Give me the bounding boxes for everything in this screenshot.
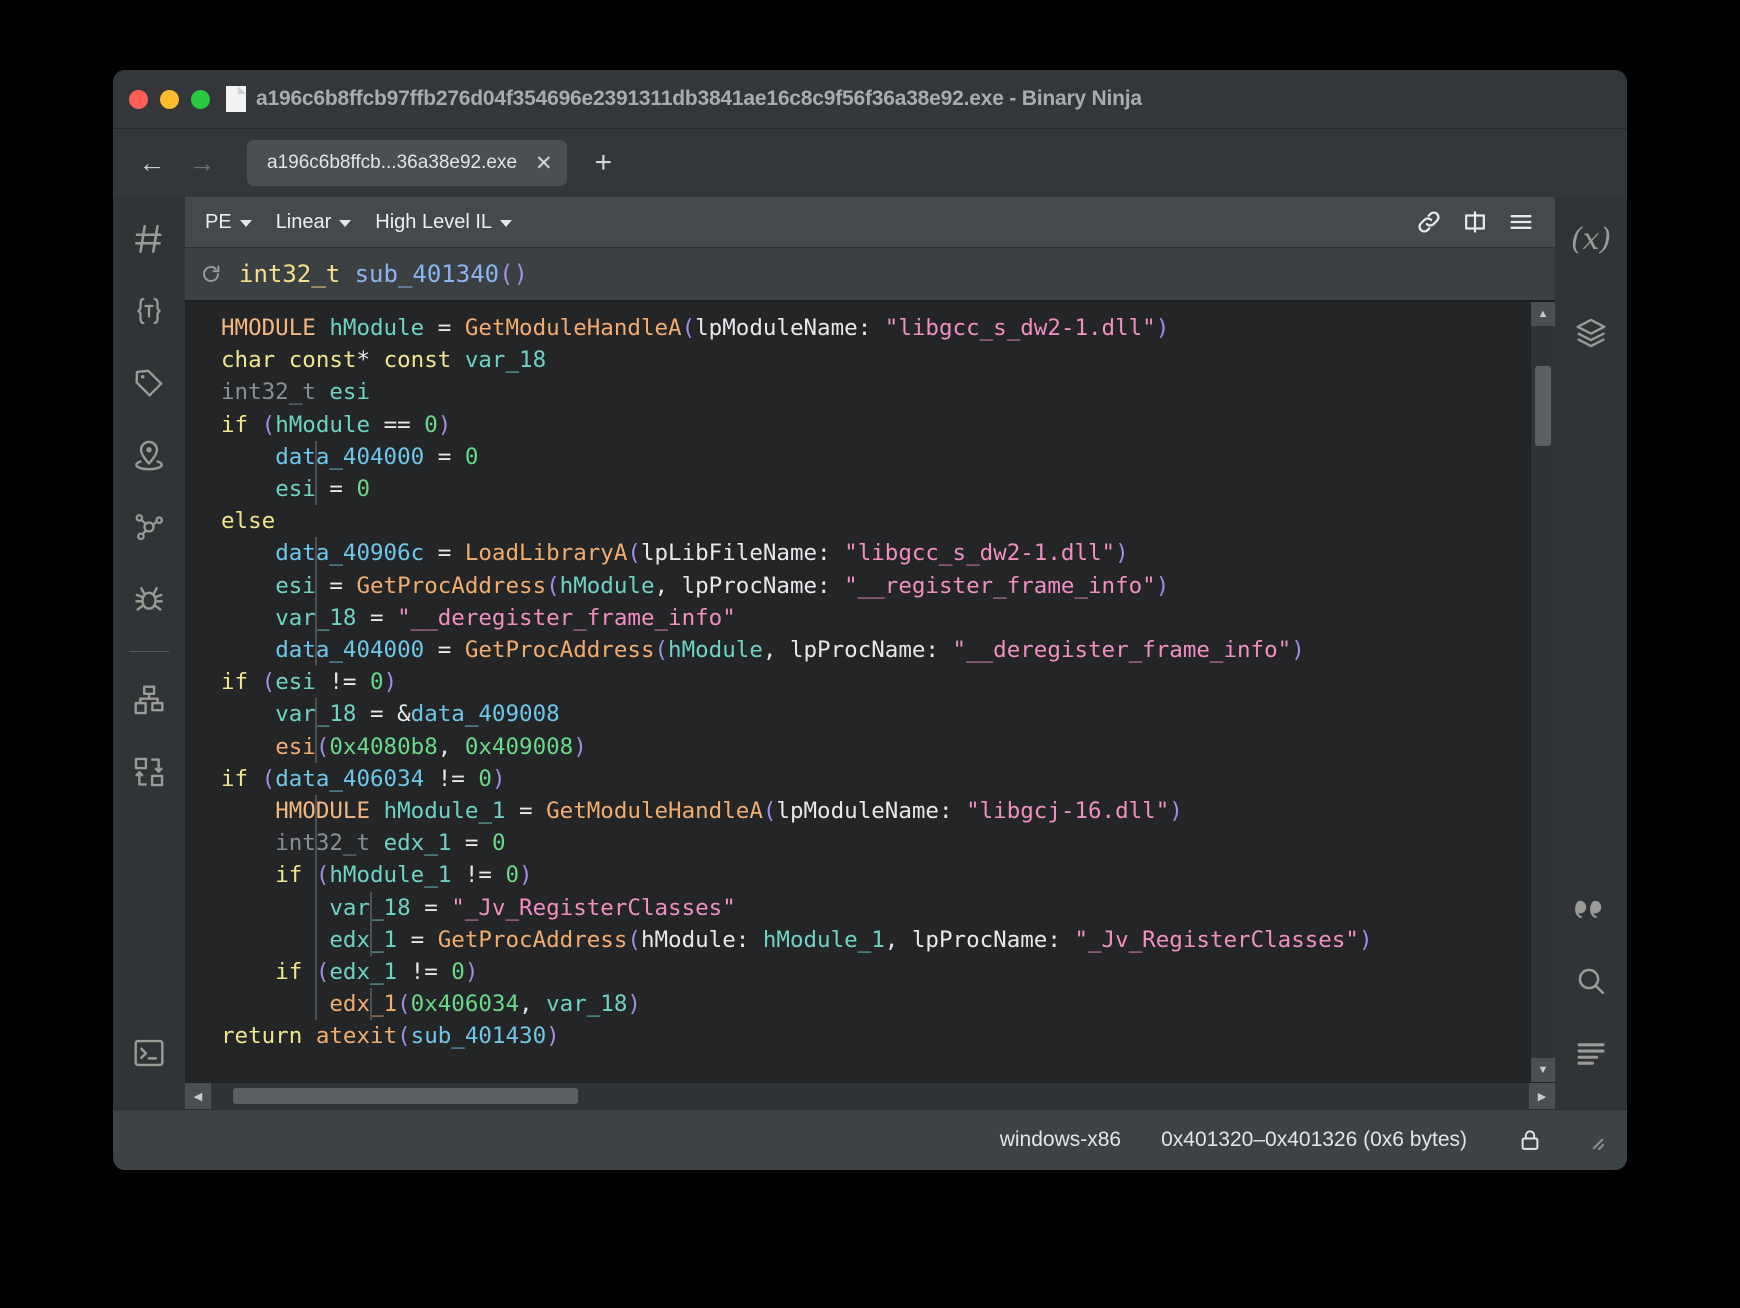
il-level-label: High Level IL bbox=[375, 211, 492, 234]
vertical-scroll-track[interactable] bbox=[1531, 446, 1555, 1058]
function-name: sub_401340 bbox=[355, 260, 500, 288]
code-line[interactable]: HMODULE hModule = GetModuleHandleA(lpMod… bbox=[185, 312, 1530, 344]
chevron-down-icon bbox=[500, 220, 512, 227]
vertical-scroll-thumb[interactable] bbox=[1535, 366, 1551, 446]
horizontal-scrollbar[interactable]: ◀ ▶ bbox=[185, 1082, 1555, 1109]
code-line[interactable]: char const* const var_18 bbox=[185, 344, 1530, 376]
back-button[interactable]: ← bbox=[129, 142, 175, 184]
view-type-label: PE bbox=[205, 211, 232, 234]
hierarchy-icon[interactable] bbox=[123, 674, 175, 726]
code-line[interactable]: data_404000 = GetProcAddress(hModule, lp… bbox=[185, 634, 1530, 666]
code-line[interactable]: int32_t edx_1 = 0 bbox=[185, 827, 1530, 859]
comments-icon[interactable] bbox=[1565, 883, 1617, 935]
exchange-icon[interactable] bbox=[123, 746, 175, 798]
code-line[interactable]: else bbox=[185, 505, 1530, 537]
close-icon[interactable]: ✕ bbox=[535, 153, 553, 174]
search-icon[interactable] bbox=[1565, 955, 1617, 1007]
right-sidebar: (x) bbox=[1555, 197, 1627, 1109]
code-line[interactable]: HMODULE hModule_1 = GetModuleHandleA(lpM… bbox=[185, 795, 1530, 827]
code-line[interactable]: edx_1 = GetProcAddress(hModule: hModule_… bbox=[185, 924, 1530, 956]
chevron-down-icon bbox=[339, 220, 351, 227]
minimize-window-button[interactable] bbox=[160, 90, 179, 109]
code-listing[interactable]: HMODULE hModule = GetModuleHandleA(lpMod… bbox=[185, 302, 1530, 1082]
il-level-dropdown[interactable]: High Level IL bbox=[363, 207, 524, 238]
code-line[interactable]: if (edx_1 != 0) bbox=[185, 956, 1530, 988]
vertical-scrollbar[interactable]: ▲ ▼ bbox=[1530, 302, 1555, 1082]
code-line[interactable]: var_18 = "__deregister_frame_info" bbox=[185, 602, 1530, 634]
code-line[interactable]: if (hModule == 0) bbox=[185, 409, 1530, 441]
zoom-window-button[interactable] bbox=[191, 90, 210, 109]
code-line[interactable]: var_18 = "_Jv_RegisterClasses" bbox=[185, 892, 1530, 924]
view-type-dropdown[interactable]: PE bbox=[193, 207, 264, 238]
desktop-background: a196c6b8ffcb97ffb276d04f354696e2391311db… bbox=[0, 0, 1740, 1308]
bookmarks-icon[interactable] bbox=[123, 429, 175, 481]
scroll-down-button[interactable]: ▼ bbox=[1531, 1058, 1555, 1082]
link-icon[interactable] bbox=[1409, 202, 1449, 242]
code-line[interactable]: esi = GetProcAddress(hModule, lpProcName… bbox=[185, 570, 1530, 602]
close-window-button[interactable] bbox=[129, 90, 148, 109]
tab-bar: ← → a196c6b8ffcb...36a38e92.exe ✕ + bbox=[113, 129, 1627, 197]
binary-ninja-window: a196c6b8ffcb97ffb276d04f354696e2391311db… bbox=[113, 70, 1627, 1170]
code-line[interactable]: data_40906c = LoadLibraryA(lpLibFileName… bbox=[185, 537, 1530, 569]
code-line[interactable]: if (data_406034 != 0) bbox=[185, 763, 1530, 795]
code-area: HMODULE hModule = GetModuleHandleA(lpMod… bbox=[185, 302, 1555, 1082]
horizontal-scroll-track[interactable] bbox=[211, 1083, 1529, 1109]
forward-button[interactable]: → bbox=[179, 142, 225, 184]
window-title: a196c6b8ffcb97ffb276d04f354696e2391311db… bbox=[256, 87, 1142, 111]
code-line[interactable]: data_404000 = 0 bbox=[185, 441, 1530, 473]
refresh-icon[interactable] bbox=[199, 262, 223, 286]
scroll-left-button[interactable]: ◀ bbox=[185, 1083, 211, 1109]
code-line[interactable]: esi = 0 bbox=[185, 473, 1530, 505]
window-controls bbox=[129, 90, 210, 109]
code-line[interactable]: if (esi != 0) bbox=[185, 666, 1530, 698]
symbols-icon[interactable] bbox=[123, 213, 175, 265]
title-bar: a196c6b8ffcb97ffb276d04f354696e2391311db… bbox=[113, 70, 1627, 129]
code-line[interactable]: esi(0x4080b8, 0x409008) bbox=[185, 731, 1530, 763]
view-toolbar: PE Linear High Level IL bbox=[185, 197, 1555, 248]
document-icon bbox=[226, 86, 246, 112]
main-panel: PE Linear High Level IL bbox=[185, 197, 1555, 1109]
status-platform: windows-x86 bbox=[1000, 1128, 1121, 1152]
chevron-down-icon bbox=[240, 220, 252, 227]
lock-icon[interactable] bbox=[1517, 1127, 1543, 1153]
terminal-icon[interactable] bbox=[123, 1027, 175, 1079]
split-pane-icon[interactable] bbox=[1455, 202, 1495, 242]
view-mode-dropdown[interactable]: Linear bbox=[264, 207, 364, 238]
tab-binary-file[interactable]: a196c6b8ffcb...36a38e92.exe ✕ bbox=[247, 140, 567, 186]
scroll-up-button[interactable]: ▲ bbox=[1531, 302, 1555, 326]
function-return-type: int32_t bbox=[239, 260, 340, 288]
code-line[interactable]: if (hModule_1 != 0) bbox=[185, 859, 1530, 891]
new-tab-button[interactable]: + bbox=[587, 148, 621, 178]
window-body: PE Linear High Level IL bbox=[113, 197, 1627, 1109]
layers-icon[interactable] bbox=[1565, 307, 1617, 359]
function-parens: () bbox=[499, 260, 528, 288]
code-line[interactable]: var_18 = &data_409008 bbox=[185, 698, 1530, 730]
view-mode-label: Linear bbox=[276, 211, 332, 234]
sidebar-divider bbox=[129, 651, 169, 652]
log-icon[interactable] bbox=[1565, 1027, 1617, 1079]
graph-icon[interactable] bbox=[123, 501, 175, 553]
variables-icon[interactable]: (x) bbox=[1565, 213, 1617, 265]
function-header: int32_t sub_401340() bbox=[185, 248, 1555, 302]
tags-icon[interactable] bbox=[123, 357, 175, 409]
code-line[interactable]: edx_1(0x406034, var_18) bbox=[185, 988, 1530, 1020]
types-icon[interactable] bbox=[123, 285, 175, 337]
resize-grip[interactable] bbox=[1587, 1129, 1609, 1151]
scroll-right-button[interactable]: ▶ bbox=[1529, 1083, 1555, 1109]
bug-icon[interactable] bbox=[123, 573, 175, 625]
status-bar: windows-x86 0x401320–0x401326 (0x6 bytes… bbox=[113, 1109, 1627, 1170]
status-address-range: 0x401320–0x401326 (0x6 bytes) bbox=[1161, 1128, 1467, 1152]
code-line[interactable]: int32_t esi bbox=[185, 376, 1530, 408]
horizontal-scroll-thumb[interactable] bbox=[233, 1088, 578, 1104]
function-signature[interactable]: int32_t sub_401340() bbox=[239, 260, 528, 288]
left-sidebar bbox=[113, 197, 185, 1109]
menu-icon[interactable] bbox=[1501, 202, 1541, 242]
tab-label: a196c6b8ffcb...36a38e92.exe bbox=[267, 152, 517, 174]
code-line[interactable]: return atexit(sub_401430) bbox=[185, 1020, 1530, 1052]
